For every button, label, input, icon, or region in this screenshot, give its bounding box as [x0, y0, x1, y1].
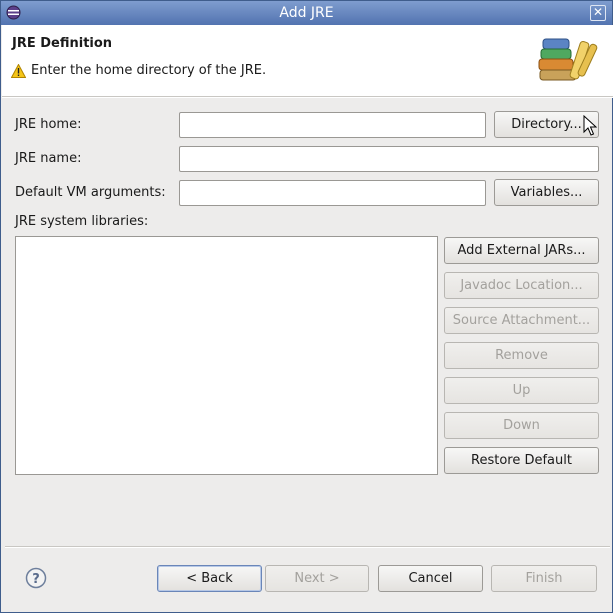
close-icon[interactable]: ✕ [590, 5, 606, 21]
source-attachment-button[interactable]: Source Attachment... [444, 307, 599, 334]
jre-name-label: JRE name: [15, 151, 82, 166]
cancel-button[interactable]: Cancel [378, 565, 483, 592]
vm-args-label: Default VM arguments: [15, 185, 166, 200]
system-libraries-list[interactable] [15, 236, 438, 475]
header-message: Enter the home directory of the JRE. [11, 63, 266, 78]
dialog-header: JRE Definition Enter the home directory … [2, 25, 613, 97]
title-bar[interactable]: Add JRE ✕ [1, 1, 612, 25]
back-button[interactable]: < Back [157, 565, 262, 592]
page-title: JRE Definition [12, 36, 113, 51]
vm-args-field[interactable] [179, 180, 486, 206]
variables-button[interactable]: Variables... [494, 179, 599, 206]
add-external-jars-button[interactable]: Add External JARs... [444, 237, 599, 264]
warning-icon [11, 63, 26, 78]
jre-home-label: JRE home: [15, 117, 82, 132]
books-icon [538, 38, 598, 81]
javadoc-location-button[interactable]: Javadoc Location... [444, 272, 599, 299]
down-button[interactable]: Down [444, 412, 599, 439]
jre-name-field[interactable] [179, 146, 599, 172]
next-button[interactable]: Next > [265, 565, 369, 592]
svg-text:?: ? [32, 572, 40, 587]
help-icon[interactable]: ? [25, 567, 47, 589]
up-button[interactable]: Up [444, 377, 599, 404]
mouse-cursor-icon [583, 115, 597, 136]
footer-separator [5, 546, 610, 548]
header-separator [2, 97, 613, 98]
finish-button[interactable]: Finish [491, 565, 597, 592]
header-message-text: Enter the home directory of the JRE. [31, 63, 267, 78]
jre-home-field[interactable] [179, 112, 486, 138]
window-title: Add JRE [279, 5, 334, 21]
remove-button[interactable]: Remove [444, 342, 599, 369]
add-jre-dialog: Add JRE ✕ JRE Definition Enter the home … [0, 0, 613, 613]
restore-default-button[interactable]: Restore Default [444, 447, 599, 474]
system-libraries-label: JRE system libraries: [15, 214, 149, 229]
